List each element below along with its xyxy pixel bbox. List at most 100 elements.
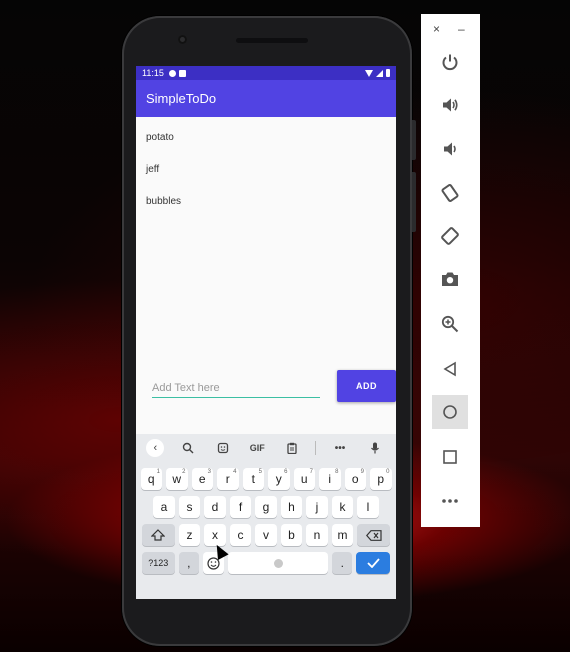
space-dot-icon: [273, 558, 283, 568]
comma-key[interactable]: ,: [178, 552, 199, 574]
minimize-window-icon[interactable]: –: [458, 22, 465, 36]
keyboard-toolbar: ‹ GIF •••: [136, 434, 396, 462]
list-item[interactable]: potato: [136, 121, 396, 153]
key-label: x: [212, 528, 218, 542]
key-w[interactable]: w2: [166, 468, 188, 490]
device-screen: 11:15 SimpleToDo potato jeff bubbles ADD…: [136, 66, 396, 599]
key-i[interactable]: i8: [319, 468, 341, 490]
key-label: w: [172, 472, 182, 486]
rotate-left-icon[interactable]: [432, 176, 468, 210]
key-label: z: [186, 528, 193, 542]
period-key[interactable]: .: [332, 552, 353, 574]
status-time: 11:15: [142, 68, 164, 78]
rotate-right-icon[interactable]: [432, 219, 468, 253]
volume-up-icon[interactable]: [432, 88, 468, 122]
key-b[interactable]: b: [280, 524, 303, 546]
key-a[interactable]: a: [153, 496, 175, 518]
key-hint: 5: [258, 469, 262, 475]
power-icon[interactable]: [432, 45, 468, 79]
list-item[interactable]: jeff: [136, 153, 396, 185]
notification-icon: [168, 69, 176, 77]
close-window-icon[interactable]: ×: [433, 22, 440, 36]
key-s[interactable]: s: [178, 496, 201, 518]
key-label: y: [275, 472, 282, 486]
key-label: v: [263, 528, 269, 542]
key-v[interactable]: v: [255, 524, 277, 546]
key-label: f: [238, 500, 243, 514]
key-label: q: [147, 472, 155, 486]
gif-button[interactable]: GIF: [246, 438, 268, 458]
key-label: i: [328, 472, 332, 486]
volume-down-icon[interactable]: [432, 132, 468, 166]
app-bar: SimpleToDo: [136, 80, 396, 117]
clipboard-icon[interactable]: [281, 438, 303, 458]
battery-icon: [386, 69, 390, 77]
add-button[interactable]: ADD: [337, 370, 396, 402]
key-label: s: [186, 500, 193, 514]
key-l[interactable]: l: [357, 496, 379, 518]
more-options-icon[interactable]: •••: [329, 438, 351, 458]
key-p[interactable]: p0: [370, 468, 392, 490]
space-key[interactable]: [228, 552, 329, 574]
key-k[interactable]: k: [331, 496, 354, 518]
key-f[interactable]: f: [229, 496, 252, 518]
key-m[interactable]: m: [331, 524, 354, 546]
key-hint: 7: [309, 469, 313, 475]
home-icon[interactable]: [432, 395, 468, 429]
soft-keyboard: ‹ GIF ••• q1w2e3r4t5y6u7i8o9p0 asdfghjkl: [136, 434, 396, 599]
overview-icon[interactable]: [432, 440, 468, 474]
status-bar: 11:15: [136, 66, 396, 80]
keyboard-row-1: q1w2e3r4t5y6u7i8o9p0: [136, 468, 396, 490]
key-g[interactable]: g: [255, 496, 277, 518]
zoom-icon[interactable]: [432, 307, 468, 341]
symbols-key[interactable]: ?123: [141, 552, 175, 574]
signal-icon: [376, 69, 383, 77]
search-icon[interactable]: [177, 438, 199, 458]
key-j[interactable]: j: [306, 496, 328, 518]
key-c[interactable]: c: [229, 524, 252, 546]
more-icon[interactable]: [432, 484, 468, 518]
list-item[interactable]: bubbles: [136, 185, 396, 217]
enter-key[interactable]: [356, 552, 391, 574]
key-y[interactable]: y6: [268, 468, 290, 490]
power-side-button: [412, 120, 416, 160]
key-d[interactable]: d: [204, 496, 226, 518]
chevron-left-icon[interactable]: ‹: [146, 439, 165, 457]
key-label: t: [251, 472, 255, 486]
key-label: o: [351, 472, 359, 486]
earpiece-speaker: [236, 38, 308, 43]
key-t[interactable]: t5: [242, 468, 264, 490]
key-hint: 8: [335, 469, 339, 475]
key-label: a: [160, 500, 168, 514]
backspace-key[interactable]: [357, 524, 391, 546]
key-z[interactable]: z: [178, 524, 201, 546]
key-label: l: [366, 500, 370, 514]
key-label: m: [337, 528, 348, 542]
shift-key[interactable]: [141, 524, 175, 546]
key-q[interactable]: q1: [140, 468, 162, 490]
key-h[interactable]: h: [280, 496, 303, 518]
toolbar-divider: [315, 441, 317, 455]
volume-side-button: [412, 172, 416, 232]
sticker-icon[interactable]: [212, 438, 234, 458]
mic-icon[interactable]: [364, 438, 386, 458]
key-e[interactable]: e3: [191, 468, 213, 490]
key-o[interactable]: o9: [344, 468, 366, 490]
camera-icon[interactable]: [432, 262, 468, 296]
key-label: c: [237, 528, 244, 542]
key-hint: 3: [207, 469, 211, 475]
key-label: n: [313, 528, 321, 542]
key-n[interactable]: n: [306, 524, 328, 546]
key-hint: 2: [182, 469, 186, 475]
key-label: j: [315, 500, 319, 514]
add-text-input[interactable]: [152, 379, 320, 398]
back-icon[interactable]: [432, 352, 468, 386]
todo-list: potato jeff bubbles: [136, 117, 396, 217]
key-label: p: [377, 472, 385, 486]
app-title: SimpleToDo: [146, 91, 217, 106]
key-label: u: [300, 472, 308, 486]
key-label: g: [262, 500, 270, 514]
key-hint: 9: [360, 469, 364, 475]
key-u[interactable]: u7: [293, 468, 315, 490]
key-r[interactable]: r4: [217, 468, 239, 490]
